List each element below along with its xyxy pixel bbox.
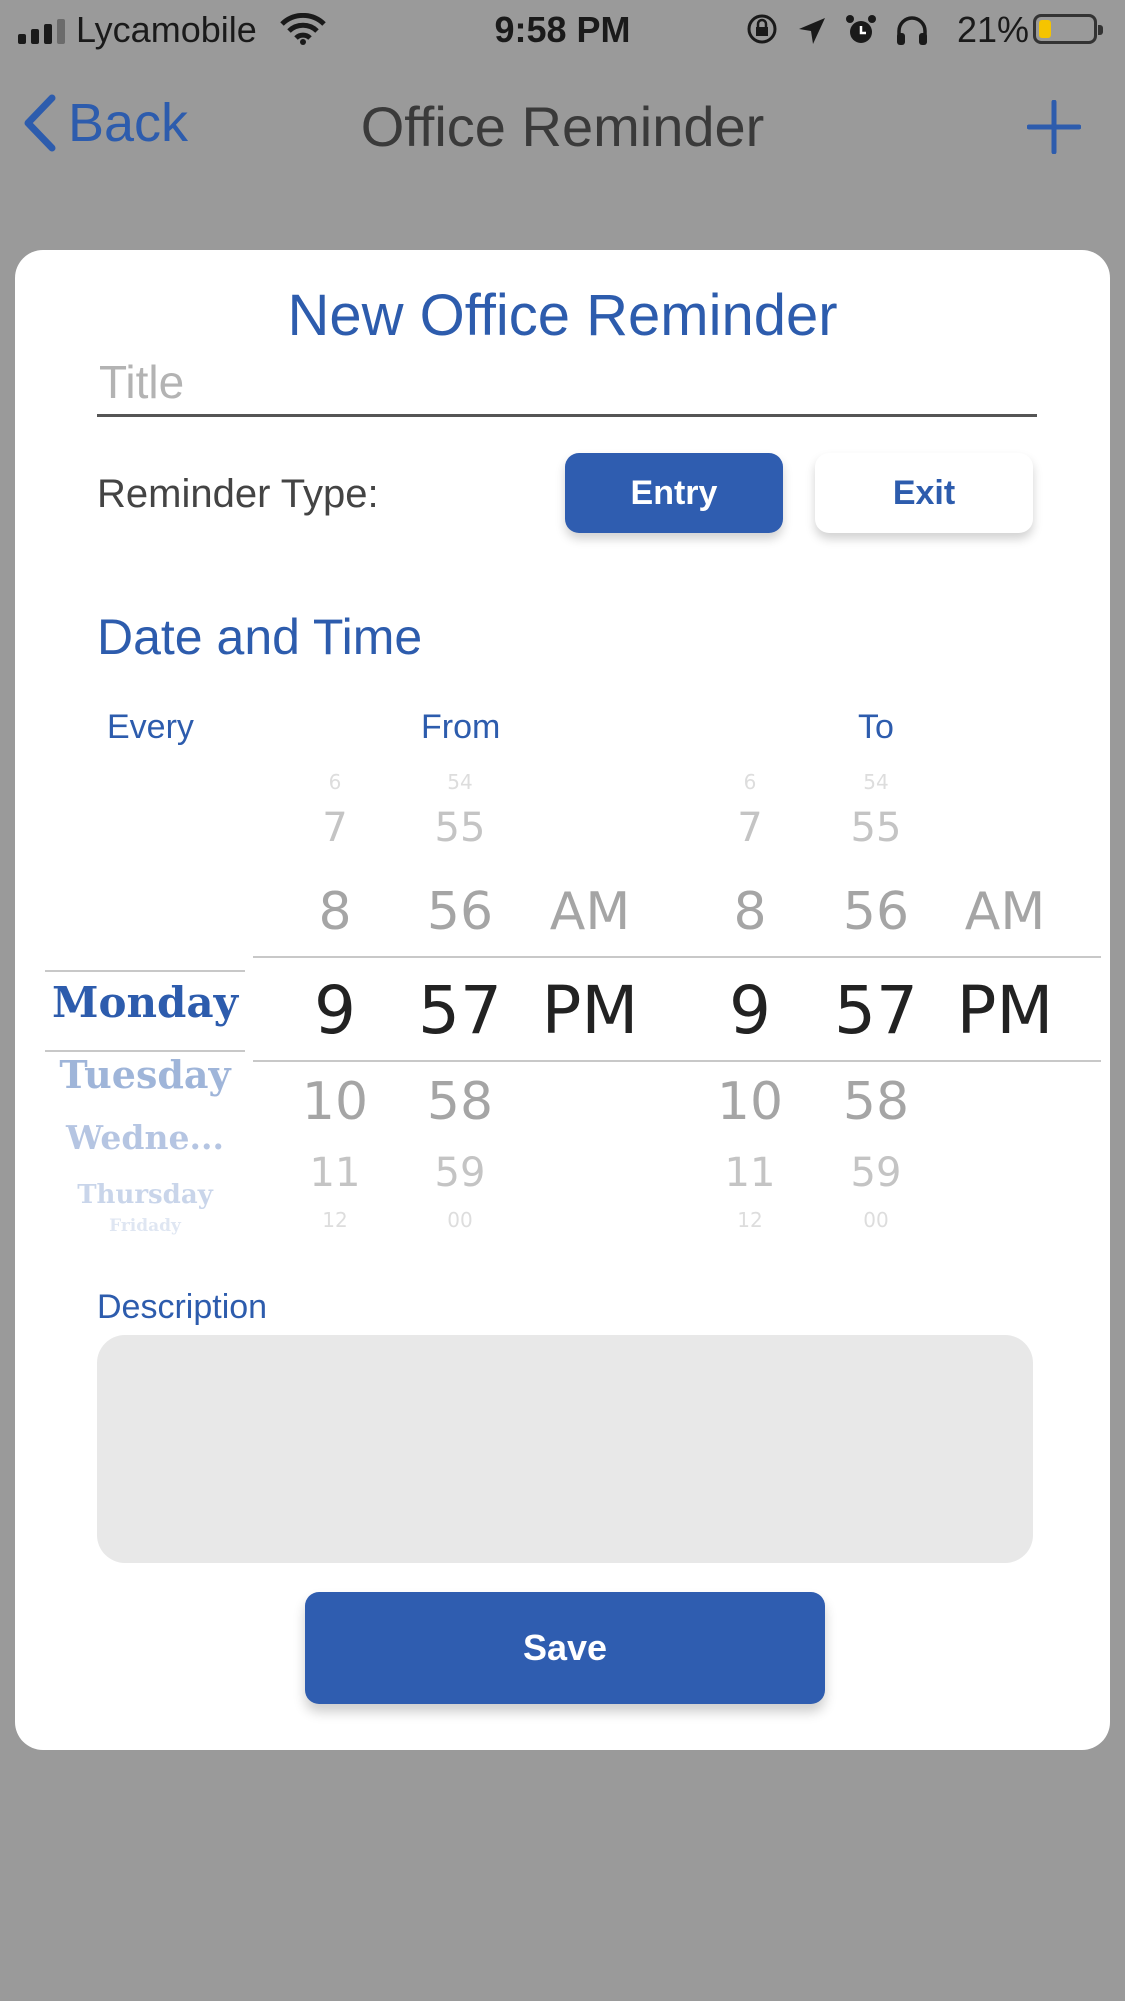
to-minute-option[interactable]: 58 xyxy=(821,1072,931,1132)
to-hour-option[interactable]: 6 xyxy=(695,770,805,794)
alarm-icon xyxy=(845,13,877,55)
title-input[interactable] xyxy=(97,350,1037,417)
from-label: From xyxy=(421,708,501,746)
battery-icon xyxy=(1033,14,1103,44)
from-minute-selected[interactable]: 57 xyxy=(405,972,515,1049)
from-hour-option[interactable]: 6 xyxy=(280,770,390,794)
every-picker-top-line xyxy=(45,970,245,972)
from-ampm-option[interactable]: AM xyxy=(515,882,665,942)
to-minute-option[interactable]: 59 xyxy=(821,1150,931,1196)
from-minute-option[interactable]: 54 xyxy=(405,770,515,794)
description-label: Description xyxy=(97,1288,268,1326)
to-hour-selected[interactable]: 9 xyxy=(695,972,805,1049)
to-hour-option[interactable]: 12 xyxy=(695,1208,805,1232)
from-hour-option[interactable]: 12 xyxy=(280,1208,390,1232)
from-ampm-selected[interactable]: PM xyxy=(515,972,665,1049)
to-minute-option[interactable]: 54 xyxy=(821,770,931,794)
from-minute-option[interactable]: 58 xyxy=(405,1072,515,1132)
to-hour-option[interactable]: 10 xyxy=(695,1072,805,1132)
to-minute-option[interactable]: 00 xyxy=(821,1208,931,1232)
to-minute-option[interactable]: 55 xyxy=(821,805,931,851)
to-minute-option[interactable]: 56 xyxy=(821,882,931,942)
from-hour-option[interactable]: 11 xyxy=(280,1150,390,1196)
day-option[interactable]: Wedne... xyxy=(45,1118,245,1157)
to-minute-selected[interactable]: 57 xyxy=(821,972,931,1049)
from-minute-option[interactable]: 59 xyxy=(405,1150,515,1196)
location-arrow-icon xyxy=(797,13,827,55)
from-minute-option[interactable]: 00 xyxy=(405,1208,515,1232)
day-option-selected[interactable]: Monday xyxy=(45,978,245,1027)
day-option[interactable]: Fridady xyxy=(45,1216,245,1236)
add-button[interactable] xyxy=(1026,99,1082,159)
rotation-lock-icon xyxy=(745,12,779,55)
from-hour-selected[interactable]: 9 xyxy=(280,972,390,1049)
status-icons xyxy=(745,12,929,55)
reminder-type-label: Reminder Type: xyxy=(97,472,379,516)
day-option[interactable]: Tuesday xyxy=(45,1052,245,1097)
status-bar: Lycamobile 9:58 PM 21% xyxy=(0,0,1125,64)
description-textarea[interactable] xyxy=(97,1335,1033,1563)
from-hour-option[interactable]: 10 xyxy=(280,1072,390,1132)
new-reminder-card: New Office Reminder Reminder Type: Entry… xyxy=(15,250,1110,1750)
time-picker-top-line xyxy=(253,956,1101,958)
from-hour-option[interactable]: 8 xyxy=(280,882,390,942)
every-label: Every xyxy=(107,708,194,746)
card-heading: New Office Reminder xyxy=(287,283,838,348)
day-option[interactable]: Thursday xyxy=(45,1180,245,1210)
save-button[interactable]: Save xyxy=(305,1592,825,1704)
to-hour-option[interactable]: 8 xyxy=(695,882,805,942)
entry-button[interactable]: Entry xyxy=(565,453,783,533)
to-ampm-selected[interactable]: PM xyxy=(930,972,1080,1049)
time-picker-bottom-line xyxy=(253,1060,1101,1062)
to-hour-option[interactable]: 11 xyxy=(695,1150,805,1196)
from-hour-option[interactable]: 7 xyxy=(280,805,390,851)
from-minute-option[interactable]: 56 xyxy=(405,882,515,942)
battery-percent: 21% xyxy=(956,9,1029,50)
exit-button[interactable]: Exit xyxy=(815,453,1033,533)
plus-icon xyxy=(1026,99,1082,155)
to-label: To xyxy=(858,708,894,746)
to-hour-option[interactable]: 7 xyxy=(695,805,805,851)
headphones-icon xyxy=(895,13,929,55)
to-ampm-option[interactable]: AM xyxy=(930,882,1080,942)
date-time-heading: Date and Time xyxy=(97,609,423,665)
from-minute-option[interactable]: 55 xyxy=(405,805,515,851)
page-title: Office Reminder xyxy=(360,95,765,158)
